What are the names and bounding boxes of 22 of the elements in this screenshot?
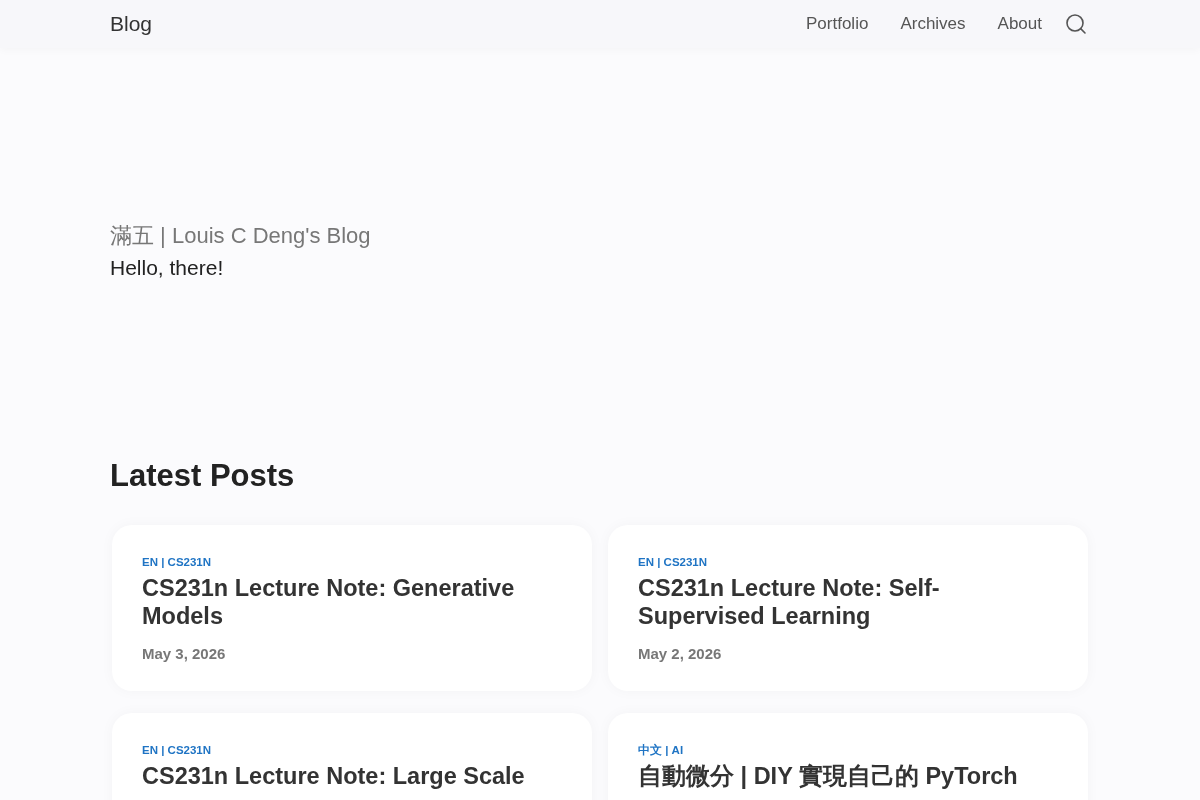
section-heading: Latest Posts <box>110 457 295 495</box>
post-tag[interactable]: EN | CS231N <box>142 555 212 569</box>
post-title[interactable]: CS231n Lecture Note: Generative Models <box>142 574 542 630</box>
post-date: May 3, 2026 <box>142 644 226 664</box>
nav-link[interactable]: About <box>997 11 1042 37</box>
post-tag[interactable]: EN | CS231N <box>638 555 708 569</box>
site-title: 滿五 | Louis C Deng's Blog <box>110 222 371 250</box>
nav-link[interactable]: Portfolio <box>806 11 869 37</box>
post-card[interactable]: EN | CS231N CS231n Lecture Note: Large Scale <box>112 713 592 800</box>
search-icon <box>1064 12 1088 36</box>
post-card[interactable]: EN | CS231N CS231n Lecture Note: Generative Models May 3, 2026 <box>112 525 592 691</box>
nav-link[interactable]: Archives <box>900 11 966 37</box>
site-subtitle: Hello, there! <box>110 255 224 281</box>
brand-link[interactable]: Blog <box>110 8 153 40</box>
post-date: May 2, 2026 <box>638 644 722 664</box>
post-title[interactable]: 自動微分 | DIY 實現自己的 PyTorch <box>638 762 1038 790</box>
post-tag[interactable]: EN | CS231N <box>142 743 212 757</box>
post-title[interactable]: CS231n Lecture Note: Large Scale <box>142 762 542 790</box>
post-tag[interactable]: 中文 | AI <box>638 743 684 757</box>
post-card[interactable]: EN | CS231N CS231n Lecture Note: Self-Supervised Learning May 2, 2026 <box>608 525 1088 691</box>
post-title[interactable]: CS231n Lecture Note: Self-Supervised Learning <box>638 574 1038 630</box>
post-card[interactable]: 中文 | AI 自動微分 | DIY 實現自己的 PyTorch <box>608 713 1088 800</box>
